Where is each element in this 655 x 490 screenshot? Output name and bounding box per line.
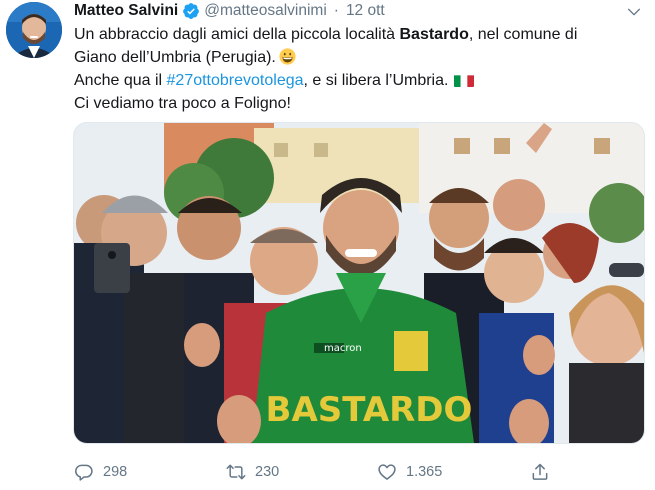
shirt-brand: macron <box>324 343 362 354</box>
tweet-line-2: Giano dell’Umbria (Perugia). <box>74 46 649 69</box>
tweet-header: Matteo Salvini @matteosalvinimi · 12 ott <box>74 1 385 21</box>
share-icon <box>532 463 548 480</box>
tweet-timestamp[interactable]: 12 ott <box>346 2 385 20</box>
tweet-line-1: Un abbraccio dagli amici della piccola l… <box>74 26 578 43</box>
tweet-line-3: Anche qua il #27ottobrevotolega, e si li… <box>74 69 649 92</box>
tweet-line-4: Ci vediamo tra poco a Foligno! <box>74 95 291 112</box>
grinning-face-emoji <box>279 48 296 65</box>
like-button[interactable]: 1.365 <box>377 460 442 484</box>
share-button[interactable] <box>530 460 550 484</box>
verified-badge-icon <box>183 3 200 19</box>
italian-flag-emoji <box>454 73 475 87</box>
chevron-down-icon[interactable] <box>626 4 642 20</box>
retweet-count: 230 <box>255 464 280 480</box>
like-count: 1.365 <box>406 464 443 480</box>
heart-icon <box>378 464 396 480</box>
shirt-text: BASTARDO <box>266 390 473 430</box>
tweet-card[interactable]: Matteo Salvini @matteosalvinimi · 12 ott… <box>0 0 655 490</box>
retweet-icon <box>226 464 246 480</box>
tweet-photo[interactable]: BASTARDO macron <box>73 122 645 444</box>
reply-count: 298 <box>103 464 128 480</box>
separator-dot: · <box>333 2 339 19</box>
author-name[interactable]: Matteo Salvini <box>74 2 178 20</box>
reply-button[interactable]: 298 <box>74 460 127 484</box>
bold-location: Bastardo <box>399 26 469 43</box>
retweet-button[interactable]: 230 <box>226 460 279 484</box>
author-handle[interactable]: @matteosalvinimi <box>204 2 327 20</box>
reply-icon <box>75 464 93 481</box>
avatar[interactable] <box>6 2 62 58</box>
tweet-text: Un abbraccio dagli amici della piccola l… <box>74 23 649 115</box>
hashtag-link[interactable]: #27ottobrevotolega <box>167 72 304 89</box>
